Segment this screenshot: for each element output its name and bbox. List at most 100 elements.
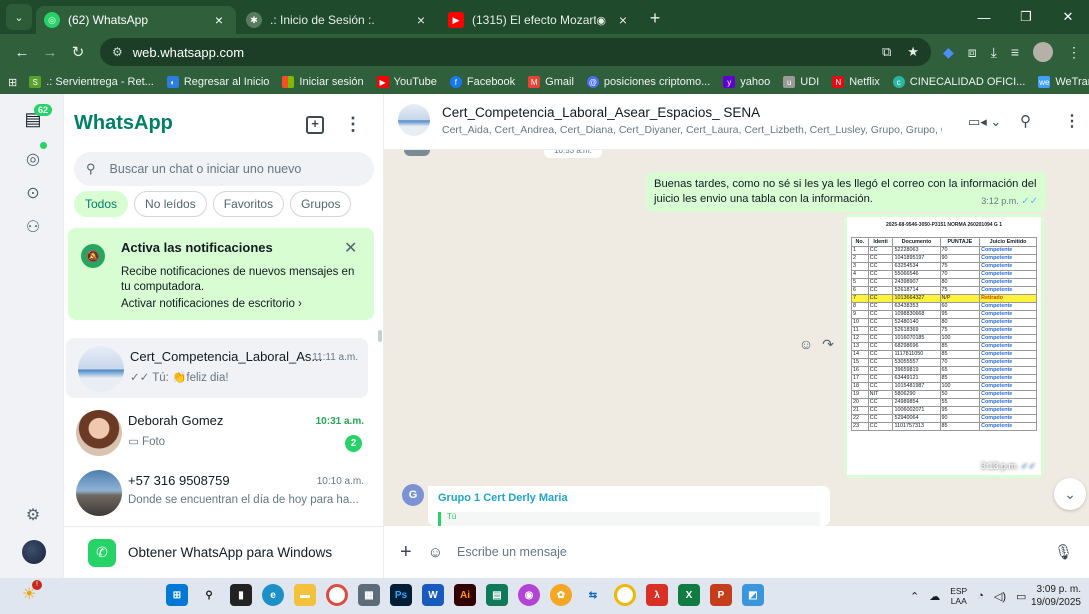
forward-icon[interactable]: ↷ xyxy=(818,334,838,354)
browser-menu-icon[interactable]: ⋮ xyxy=(1067,44,1081,61)
bookmark-gmail[interactable]: M Gmail xyxy=(528,76,574,88)
bookmark-netflix[interactable]: N Netflix xyxy=(832,76,880,88)
calculator-icon[interactable]: ▦ xyxy=(358,584,380,606)
attach-plus-icon[interactable]: + xyxy=(400,541,412,564)
filter-todos[interactable]: Todos xyxy=(74,191,129,217)
chat-item-deborah-gomez[interactable]: Deborah Gomez 10:31 a.m. ▭ Foto 2 xyxy=(64,402,374,462)
restore-icon[interactable]: ❐ xyxy=(1005,0,1047,34)
menu-icon[interactable]: ⋮ xyxy=(1064,111,1080,131)
group-avatar[interactable] xyxy=(398,104,430,136)
bookmark-regresar[interactable]: ◐ Regresar al Inicio xyxy=(166,76,269,88)
filter-grupos[interactable]: Grupos xyxy=(290,191,352,217)
reload-icon[interactable]: ↻ xyxy=(64,38,92,66)
scroll-down-icon[interactable]: ⌄ xyxy=(1054,478,1086,510)
bookmark-servientrega[interactable]: S.: Servientrega - Ret... xyxy=(29,76,154,88)
sticker-emoji-icon[interactable]: ☺ xyxy=(428,544,443,561)
back-arrow-icon[interactable]: ← xyxy=(8,38,36,66)
profile-avatar[interactable] xyxy=(22,540,46,564)
video-call-icon[interactable]: ▭◂ ⌄ xyxy=(968,114,1001,130)
tab-search-button[interactable]: ⌄ xyxy=(6,4,32,30)
task-view-icon[interactable]: ▮ xyxy=(230,584,252,606)
site-info-icon[interactable]: ⚙ xyxy=(112,45,123,59)
chrome-profile-icon[interactable] xyxy=(614,584,636,606)
conversation-header[interactable]: Cert_Competencia_Laboral_Asear_Espacios_… xyxy=(384,94,1089,150)
close-icon[interactable]: × xyxy=(210,12,228,28)
start-windows-icon[interactable]: ⊞ xyxy=(166,584,188,606)
illustrator-icon[interactable]: Ai xyxy=(454,584,476,606)
profile-avatar[interactable] xyxy=(1033,42,1053,62)
extensions-puzzle-icon[interactable]: ⧈ xyxy=(968,44,977,61)
settings-gear-icon[interactable]: ⚙ xyxy=(22,504,44,526)
close-window-icon[interactable]: ✕ xyxy=(1047,0,1089,34)
communities-icon[interactable]: ⚇ xyxy=(22,216,44,238)
table-image[interactable]: 2025-68-9546-3050-P3151 NORMA 260201094 … xyxy=(847,217,1041,475)
chat-item-phone-contact[interactable]: +57 316 9508759 10:10 a.m. Donde se encu… xyxy=(64,462,374,522)
reading-list-icon[interactable]: ≡ xyxy=(1011,44,1019,60)
outgoing-message[interactable]: Buenas tardes, como no sé si les ya les … xyxy=(646,172,1046,212)
apps-grid-icon[interactable]: ⊞ xyxy=(8,76,17,89)
install-app-icon[interactable]: ⧉ xyxy=(882,44,891,60)
channels-icon[interactable]: ⊙ xyxy=(22,182,44,204)
scrollbar[interactable] xyxy=(378,330,382,342)
edge-icon[interactable]: e xyxy=(262,584,284,606)
search-icon[interactable]: ⚲ xyxy=(1020,112,1031,130)
get-whatsapp-windows-link[interactable]: ✆ Obtener WhatsApp para Windows xyxy=(64,526,384,578)
message-input[interactable]: Escribe un mensaje xyxy=(457,545,1054,559)
photos-editor-icon[interactable]: ◩ xyxy=(742,584,764,606)
bookmark-iniciar-sesion[interactable]: Iniciar sesión xyxy=(282,76,364,88)
url-bar[interactable]: ⚙ web.whatsapp.com ⧉ ★ xyxy=(100,38,931,66)
battery-icon[interactable]: ▭ xyxy=(1016,590,1026,603)
clock[interactable]: 3:09 p. m. 19/09/2025 xyxy=(1031,583,1081,609)
download-icon[interactable]: ⤓ xyxy=(991,44,997,61)
tab-inicio-sesion[interactable]: ✱ .: Inicio de Sesión :. × xyxy=(238,6,438,34)
bookmark-udi[interactable]: u UDI xyxy=(783,76,819,88)
audio-playing-icon[interactable]: ◉ xyxy=(596,14,606,27)
menu-icon[interactable]: ⋮ xyxy=(344,114,362,135)
close-icon[interactable]: × xyxy=(412,12,430,28)
sender-name[interactable]: Grupo 1 Cert Derly Maria xyxy=(438,492,820,504)
emoji-reaction-icon[interactable]: ☺ xyxy=(796,334,816,354)
enable-notifications-link[interactable]: Activar notificaciones de escritorio › xyxy=(121,298,302,310)
filter-favoritos[interactable]: Favoritos xyxy=(212,191,285,217)
messenger-icon[interactable]: ◉ xyxy=(518,584,540,606)
search-icon[interactable]: ⚲ xyxy=(198,584,220,606)
image-message[interactable]: 2025-68-9546-3050-P3151 NORMA 260201094 … xyxy=(844,214,1044,478)
tab-youtube[interactable]: ▶ (1315) El efecto Mozart te h ◉ × xyxy=(440,6,640,34)
microphone-icon[interactable]: 🎙 xyxy=(1054,543,1073,561)
photoshop-icon[interactable]: Ps xyxy=(390,584,412,606)
new-tab-button[interactable]: + xyxy=(642,5,668,31)
file-explorer-icon[interactable]: ▬ xyxy=(294,584,316,606)
chat-item-cert-competencia[interactable]: Cert_Competencia_Laboral_As... 11:11 a.m… xyxy=(66,338,368,398)
show-hidden-icons-icon[interactable]: ⌃ xyxy=(910,590,919,603)
close-icon[interactable]: × xyxy=(614,12,632,28)
search-input[interactable]: ⚲ Buscar un chat o iniciar uno nuevo xyxy=(74,152,374,186)
bookmark-wetransfer[interactable]: weWeTransfer xyxy=(1038,76,1089,88)
bookmark-star-icon[interactable]: ★ xyxy=(907,44,919,60)
onedrive-icon[interactable]: ☁ xyxy=(929,590,940,603)
status-icon[interactable]: ◎ xyxy=(22,148,44,170)
bookmark-youtube[interactable]: ▶ YouTube xyxy=(376,76,437,88)
pdf-reader-icon[interactable]: λ xyxy=(646,584,668,606)
powerpoint-icon[interactable]: P xyxy=(710,584,732,606)
connect-icon[interactable]: ⇆ xyxy=(582,584,604,606)
photos-icon[interactable]: ✿ xyxy=(550,584,572,606)
new-chat-icon[interactable]: + xyxy=(306,116,324,134)
forward-arrow-icon[interactable]: → xyxy=(36,38,64,66)
app-icon[interactable]: ▤ xyxy=(486,584,508,606)
extension-icon[interactable]: ◆ xyxy=(943,44,954,61)
volume-icon[interactable]: ◁) xyxy=(994,590,1006,603)
tab-whatsapp[interactable]: ◎ (62) WhatsApp × xyxy=(36,6,236,34)
bookmark-cinecalidad[interactable]: c CINECALIDAD OFICI... xyxy=(892,76,1025,88)
close-icon[interactable]: ✕ xyxy=(344,238,357,258)
bookmark-cripto[interactable]: @ posiciones criptomo... xyxy=(586,76,710,88)
filter-no-leidos[interactable]: No leídos xyxy=(134,191,207,217)
language-indicator[interactable]: ESP LAA xyxy=(950,586,967,606)
bookmark-facebook[interactable]: f Facebook xyxy=(449,76,515,88)
quoted-reply[interactable]: Tú xyxy=(438,512,820,526)
minimize-icon[interactable]: — xyxy=(963,0,1005,34)
chrome-icon[interactable] xyxy=(326,584,348,606)
word-icon[interactable]: W xyxy=(422,584,444,606)
incoming-message[interactable]: Grupo 1 Cert Derly Maria Tú xyxy=(428,486,830,526)
excel-icon[interactable]: X xyxy=(678,584,700,606)
bookmark-yahoo[interactable]: y yahoo xyxy=(723,76,770,88)
